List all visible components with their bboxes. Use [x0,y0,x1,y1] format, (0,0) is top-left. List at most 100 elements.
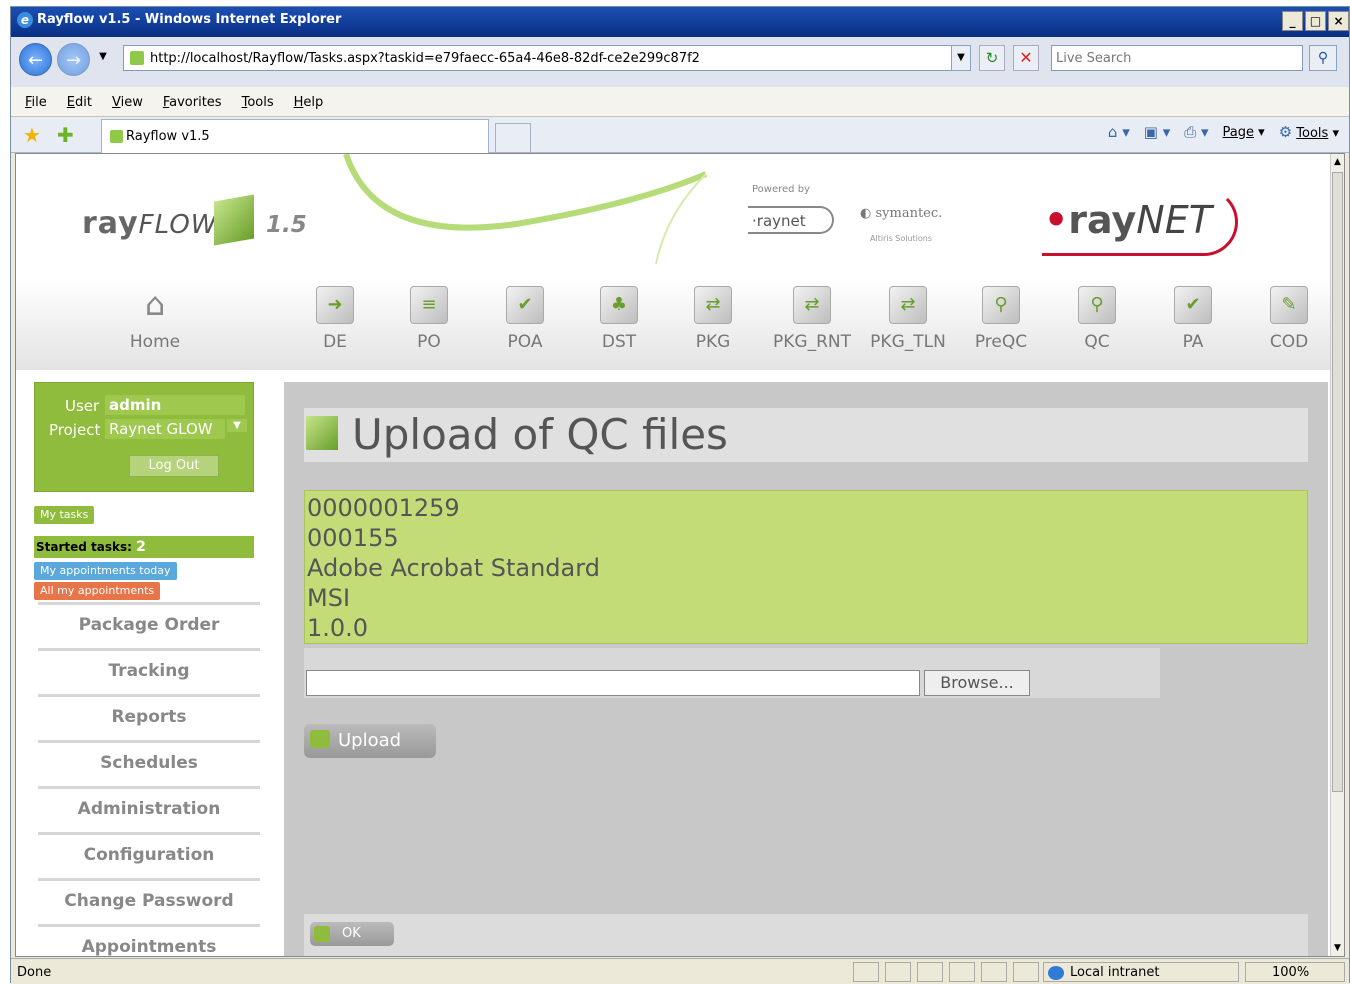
tab-rayflow[interactable]: Rayflow v1.5 [101,119,489,153]
nav-qc[interactable]: ⚲ QC [1052,286,1142,352]
scroll-down-icon[interactable]: ▼ [1331,940,1344,956]
menu-schedules[interactable]: Schedules [38,740,260,786]
nav-pkg[interactable]: ⇄ PKG [668,286,758,352]
raynet-partner-logo: ·raynet [748,206,834,234]
status-bar: Done Local intranet 100% [11,958,1349,984]
menu-appointments[interactable]: Appointments [38,924,260,956]
menu-edit[interactable]: Edit [67,95,92,116]
info-line: 0000001259 [307,494,460,522]
page-content: rayFLOW 1.5 Powered by ·raynet ◐ symante… [15,153,1345,957]
partner1-text: raynet [756,212,806,230]
magnifier-icon: ⚲ [1078,286,1116,324]
started-label: Started tasks: [36,540,132,554]
new-tab-button[interactable] [495,123,531,153]
menu-configuration[interactable]: Configuration [38,832,260,878]
print-icon[interactable]: ⎙ ▾ [1184,123,1208,141]
nav-pa[interactable]: ✔ PA [1148,286,1238,352]
chevron-down-icon[interactable]: ▼ [227,419,247,432]
close-button[interactable]: × [1328,11,1349,31]
package-icon: ⇄ [889,286,927,324]
minimize-button[interactable]: _ [1282,11,1303,31]
info-line: 1.0.0 [307,614,369,642]
nav-preqc[interactable]: ⚲ PreQC [956,286,1046,352]
started-tasks[interactable]: Started tasks: 2 [34,536,254,558]
menu-bar: File Edit View Favorites Tools Help [11,87,1349,117]
menu-view[interactable]: View [112,95,143,116]
refresh-icon[interactable]: ↻ [979,45,1005,71]
back-icon[interactable]: ← [19,43,52,76]
left-menu: Package Order Tracking Reports Schedules… [38,602,260,956]
menu-reports[interactable]: Reports [38,694,260,740]
rayflow-logo: rayFLOW [82,206,218,241]
all-appointments-link[interactable]: All my appointments [34,582,161,600]
menu-favorites[interactable]: Favorites [163,95,222,116]
nav-poa[interactable]: ✔ POA [480,286,570,352]
zoom-level[interactable]: 100% [1245,962,1345,982]
upload-button[interactable]: Upload [304,724,436,758]
menu-tracking[interactable]: Tracking [38,648,260,694]
window-title: Rayflow v1.5 - Windows Internet Explorer [37,12,342,27]
nav-cod[interactable]: ✎ COD [1244,286,1334,352]
user-box: User admin Project Raynet GLOW ▼ Log Out [34,382,254,492]
tools-menu[interactable]: ⚙ Tools ▾ [1279,123,1339,141]
nav-po[interactable]: ≡ PO [384,286,474,352]
nav-label: DST [601,332,637,352]
tab-title: Rayflow v1.5 [126,129,210,144]
address-url: http://localhost/Rayflow/Tasks.aspx?task… [150,51,700,66]
upload-icon [306,416,338,450]
forward-icon[interactable]: → [57,43,90,76]
nav-pkg-rnt[interactable]: ⇄ PKG_RNT [762,286,862,352]
user-name: admin [105,395,245,415]
menu-change-password[interactable]: Change Password [38,878,260,924]
address-bar[interactable]: http://localhost/Rayflow/Tasks.aspx?task… [123,45,971,71]
rayflow-box-icon [214,194,254,246]
raynet-logo: •rayNET [1044,198,1212,242]
menu-package-order[interactable]: Package Order [38,602,260,648]
command-bar: ⌂ ▾ ▣ ▾ ⎙ ▾ Page ▾ ⚙ Tools ▾ [1108,123,1339,141]
nav-label: PKG_RNT [773,332,851,352]
address-dropdown-icon[interactable]: ▼ [951,45,971,71]
nav-pkg-tln[interactable]: ⇄ PKG_TLN [858,286,958,352]
nav-home[interactable]: ⌂ Home [110,286,200,352]
project-label: Project [49,421,101,439]
distribute-icon: ♣ [600,286,638,324]
nav-label: PKG_TLN [870,332,946,352]
menu-file[interactable]: File [25,95,47,116]
feeds-icon[interactable]: ▣ ▾ [1144,123,1170,141]
project-select[interactable]: Raynet GLOW [105,419,225,439]
my-tasks-link[interactable]: My tasks [34,506,95,524]
history-dropdown-icon[interactable]: ▼ [93,45,113,71]
approve-icon: ✔ [1174,286,1212,324]
logout-button[interactable]: Log Out [129,455,219,477]
search-icon[interactable]: ⚲ [1309,45,1337,71]
logo-text: ray [82,206,139,241]
favorites-star-icon[interactable]: ★ [23,123,41,147]
swoosh-graphic [343,154,708,264]
ok-button[interactable]: OK [310,922,394,946]
nav-label: PKG [695,332,731,352]
maximize-button[interactable]: □ [1305,11,1326,31]
menu-administration[interactable]: Administration [38,786,260,832]
file-path-input[interactable] [306,670,920,696]
menu-tools[interactable]: Tools [242,95,274,116]
started-count: 2 [136,539,146,555]
nav-de[interactable]: ➜ DE [290,286,380,352]
logo-text-italic: FLOW [138,210,218,240]
package-icon: ⇄ [793,286,831,324]
add-favorites-icon[interactable]: ✚ [57,123,74,147]
nav-dst[interactable]: ♣ DST [574,286,664,352]
home-icon[interactable]: ⌂ ▾ [1108,123,1130,141]
partner2-text: symantec. [875,206,943,221]
scroll-up-icon[interactable]: ▲ [1331,154,1344,170]
favorites-bar: ★ ✚ Rayflow v1.5 ⌂ ▾ ▣ ▾ ⎙ ▾ Page ▾ ⚙ To… [11,117,1349,153]
nav-label: Home [129,332,181,352]
search-input[interactable]: Live Search [1051,45,1303,71]
page-menu[interactable]: Page ▾ [1223,125,1265,140]
main-area: User admin Project Raynet GLOW ▼ Log Out… [16,370,1332,956]
vertical-scrollbar[interactable]: ▲ ▼ [1330,154,1344,956]
appointments-today-link[interactable]: My appointments today [34,562,177,580]
stop-icon[interactable]: ✕ [1013,45,1039,71]
menu-help[interactable]: Help [294,95,324,116]
browse-button[interactable]: Browse... [924,670,1030,696]
scroll-thumb[interactable] [1332,172,1343,792]
